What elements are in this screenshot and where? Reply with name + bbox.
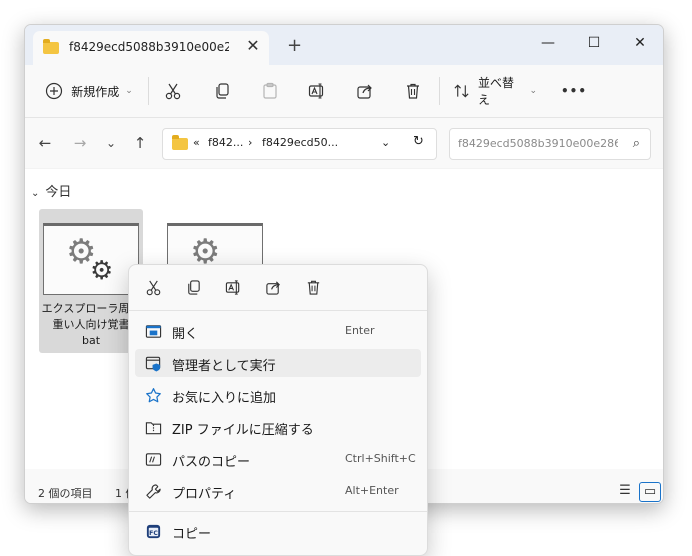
share-icon xyxy=(357,84,372,99)
forward-button[interactable]: → xyxy=(68,132,92,154)
details-view-button[interactable]: ☰ xyxy=(615,482,635,500)
context-cut-button[interactable] xyxy=(141,276,165,298)
paste-button[interactable] xyxy=(258,75,282,107)
rename-button[interactable] xyxy=(305,75,329,107)
share-button[interactable] xyxy=(353,75,377,107)
plus-circle-icon xyxy=(46,82,63,100)
context-menu: 開く Enter 管理者として実行 お気に入りに追加 ZIP ファイルに圧縮する… xyxy=(128,264,428,556)
toolbar-divider xyxy=(148,77,149,105)
title-bar: f8429ecd5088b3910e00e28612 ✕ + — ☐ ✕ xyxy=(25,25,663,65)
new-tab-button[interactable]: + xyxy=(287,37,302,55)
command-bar: 新規作成 ⌄ 並べ替え ⌄ ••• xyxy=(25,65,663,118)
address-dropdown-button[interactable]: ⌄ xyxy=(381,136,390,149)
close-window-button[interactable]: ✕ xyxy=(617,29,663,57)
context-quick-actions xyxy=(129,265,427,309)
star-icon xyxy=(144,386,162,404)
search-placeholder: f8429ecd5088b3910e00e286... xyxy=(458,137,618,150)
navigation-bar: ← → ⌄ ↑ « f842... › f8429ecd50... ⌄ ↻ f8… xyxy=(25,118,663,168)
copy-icon xyxy=(187,279,200,295)
group-header-today[interactable]: ⌄ 今日 xyxy=(31,181,71,200)
menu-item-label: お気に入りに追加 xyxy=(172,391,277,406)
up-button[interactable]: ↑ xyxy=(128,132,152,154)
folder-icon xyxy=(43,39,59,54)
scissors-icon xyxy=(165,83,181,100)
tab-folder[interactable]: f8429ecd5088b3910e00e28612 ✕ xyxy=(33,31,269,65)
open-window-icon xyxy=(144,322,162,340)
more-options-button[interactable]: ••• xyxy=(561,75,587,107)
copy-app-icon: FC xyxy=(144,522,162,540)
menu-item-shortcut: Enter xyxy=(345,324,375,337)
menu-item-properties[interactable]: プロパティ Alt+Enter xyxy=(135,477,421,505)
clipboard-icon xyxy=(263,82,277,99)
folder-icon xyxy=(172,135,188,150)
menu-divider xyxy=(129,511,427,512)
context-copy-button[interactable] xyxy=(181,276,205,298)
menu-item-label: 開く xyxy=(172,327,199,342)
tab-close-button[interactable]: ✕ xyxy=(245,37,261,55)
menu-item-copy-path[interactable]: パスのコピー Ctrl+Shift+C xyxy=(135,445,421,473)
wrench-icon xyxy=(144,482,162,500)
context-delete-button[interactable] xyxy=(301,276,325,298)
new-button-label: 新規作成 xyxy=(71,84,120,99)
rename-icon xyxy=(225,279,239,295)
copy-icon xyxy=(216,83,229,99)
menu-item-label: ZIP ファイルに圧縮する xyxy=(172,423,314,438)
maximize-button[interactable]: ☐ xyxy=(571,29,617,57)
search-box[interactable]: f8429ecd5088b3910e00e286... ⌕ xyxy=(449,128,651,160)
batch-file-thumbnail: ⚙ ⚙ xyxy=(43,223,139,295)
item-count: 2 個の項目 xyxy=(38,487,93,500)
context-share-button[interactable] xyxy=(261,276,285,298)
menu-item-open[interactable]: 開く Enter xyxy=(135,317,421,345)
tiles-view-button[interactable]: ▭ xyxy=(639,482,661,502)
breadcrumb-separator: › xyxy=(248,136,253,149)
gear-icon: ⚙ xyxy=(90,256,114,286)
menu-item-add-favorite[interactable]: お気に入りに追加 xyxy=(135,381,421,409)
cut-button[interactable] xyxy=(161,75,185,107)
rename-icon xyxy=(308,83,324,99)
copy-button[interactable] xyxy=(210,75,234,107)
menu-item-label: プロパティ xyxy=(172,487,237,502)
menu-item-compress-zip[interactable]: ZIP ファイルに圧縮する xyxy=(135,413,421,441)
address-bar[interactable]: « f842... › f8429ecd50... ⌄ ↻ xyxy=(162,128,437,160)
chevron-down-icon: ⌄ xyxy=(31,188,40,199)
minimize-button[interactable]: — xyxy=(525,29,571,57)
back-button[interactable]: ← xyxy=(33,132,57,154)
tab-title: f8429ecd5088b3910e00e28612 xyxy=(69,40,229,54)
breadcrumb-item[interactable]: f842... xyxy=(208,136,243,149)
search-icon[interactable]: ⌕ xyxy=(633,136,640,151)
path-icon xyxy=(144,450,162,468)
sort-button[interactable]: 並べ替え ⌄ xyxy=(453,75,537,107)
menu-divider xyxy=(129,310,427,311)
breadcrumb-item[interactable]: f8429ecd50... xyxy=(262,136,338,149)
refresh-button[interactable]: ↻ xyxy=(413,134,424,149)
menu-item-label: コピー xyxy=(172,527,212,542)
menu-item-label: 管理者として実行 xyxy=(172,359,276,374)
trash-icon xyxy=(407,83,419,99)
toolbar-divider xyxy=(439,77,440,105)
menu-item-label: パスのコピー xyxy=(172,455,251,470)
sort-icon xyxy=(454,84,469,98)
share-icon xyxy=(265,280,280,295)
chevron-down-icon: ⌄ xyxy=(529,86,537,96)
svg-text:FC: FC xyxy=(149,529,158,536)
breadcrumb-overflow[interactable]: « xyxy=(193,136,200,149)
zip-folder-icon xyxy=(144,418,162,436)
menu-item-shortcut: Alt+Enter xyxy=(345,484,399,497)
delete-button[interactable] xyxy=(401,75,425,107)
shield-icon xyxy=(144,354,162,372)
new-button[interactable]: 新規作成 ⌄ xyxy=(43,75,135,107)
trash-icon xyxy=(307,280,319,295)
context-rename-button[interactable] xyxy=(221,276,245,298)
recent-locations-button[interactable]: ⌄ xyxy=(99,132,123,154)
group-label: 今日 xyxy=(45,185,72,200)
chevron-down-icon: ⌄ xyxy=(125,86,133,96)
menu-item-run-as-admin[interactable]: 管理者として実行 xyxy=(135,349,421,377)
menu-item-shortcut: Ctrl+Shift+C xyxy=(345,452,416,465)
sort-button-label: 並べ替え xyxy=(478,76,515,107)
scissors-icon xyxy=(146,280,160,295)
